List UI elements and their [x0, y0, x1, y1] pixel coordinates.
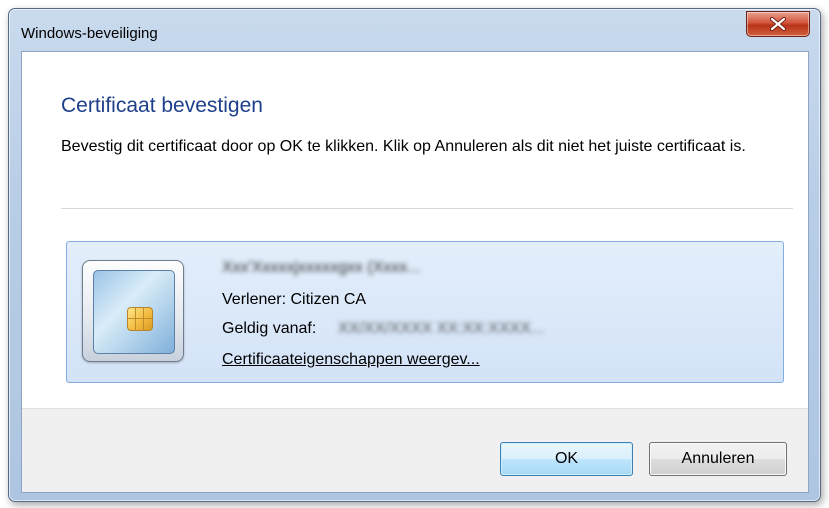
ok-button[interactable]: OK — [500, 442, 633, 476]
dialog-description: Bevestig dit certificaat door op OK te k… — [61, 138, 746, 155]
title-bar[interactable]: Windows-beveiliging — [9, 9, 820, 49]
certificate-valid-label: Geldig vanaf: — [222, 320, 317, 337]
smartcard-icon — [82, 260, 184, 362]
cancel-button[interactable]: Annuleren — [649, 442, 787, 476]
divider — [61, 208, 793, 209]
certificate-properties-link[interactable]: Certificaateigenschappen weergev... — [222, 351, 480, 369]
certificate-issuer: Verlener: Citizen CA — [222, 291, 367, 308]
dialog-window: Windows-beveiliging Certificaat bevestig… — [8, 8, 821, 502]
certificate-valid-value: XX/XX/XXXX XX:XX:XXXX... — [338, 320, 545, 337]
certificate-name: Xxx'Xxxxxjxxxxxgxx (Xxxx... — [222, 259, 421, 276]
window-title: Windows-beveiliging — [21, 25, 158, 42]
close-button[interactable] — [746, 11, 810, 37]
dialog-heading: Certificaat bevestigen — [61, 94, 263, 117]
close-icon — [770, 17, 786, 31]
chip-shape — [127, 307, 153, 331]
dialog-content: Certificaat bevestigen Bevestig dit cert… — [21, 51, 809, 493]
certificate-tile[interactable]: Xxx'Xxxxxjxxxxxgxx (Xxxx... Verlener: Ci… — [66, 241, 784, 383]
